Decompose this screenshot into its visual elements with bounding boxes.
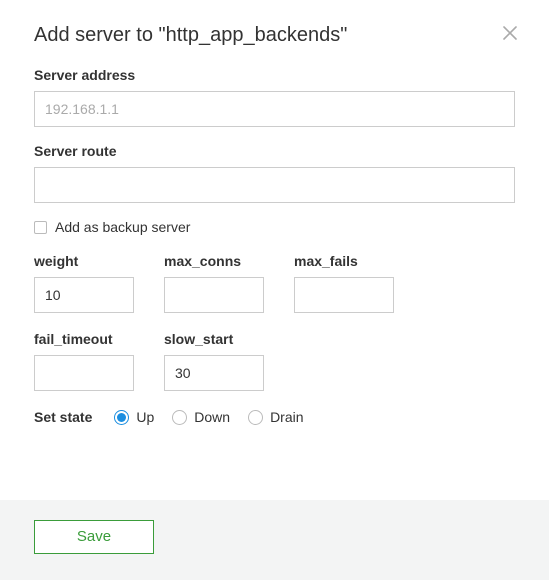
- backup-checkbox-label: Add as backup server: [55, 219, 190, 235]
- radio-drain[interactable]: [248, 410, 263, 425]
- params-row-1: weight max_conns max_fails: [34, 253, 515, 313]
- fail-timeout-input[interactable]: [34, 355, 134, 391]
- max-conns-input[interactable]: [164, 277, 264, 313]
- save-button[interactable]: Save: [34, 520, 154, 554]
- max-conns-field: max_conns: [164, 253, 264, 313]
- slow-start-label: slow_start: [164, 331, 264, 347]
- backup-checkbox-row[interactable]: Add as backup server: [34, 219, 515, 235]
- state-label: Set state: [34, 409, 92, 425]
- radio-down[interactable]: [172, 410, 187, 425]
- state-option-drain[interactable]: Drain: [248, 409, 303, 425]
- add-server-dialog: Add server to "http_app_backends" Server…: [0, 0, 549, 580]
- server-address-field: Server address: [34, 67, 515, 127]
- close-button[interactable]: [499, 22, 521, 44]
- weight-label: weight: [34, 253, 134, 269]
- max-conns-label: max_conns: [164, 253, 264, 269]
- fail-timeout-label: fail_timeout: [34, 331, 134, 347]
- radio-up-label: Up: [136, 409, 154, 425]
- max-fails-field: max_fails: [294, 253, 394, 313]
- dialog-title: Add server to "http_app_backends": [34, 24, 347, 47]
- server-route-label: Server route: [34, 143, 515, 159]
- weight-input[interactable]: [34, 277, 134, 313]
- dialog-footer: Save: [0, 500, 549, 580]
- params-row-2: fail_timeout slow_start: [34, 331, 515, 391]
- server-route-input[interactable]: [34, 167, 515, 203]
- radio-down-label: Down: [194, 409, 230, 425]
- server-address-label: Server address: [34, 67, 515, 83]
- max-fails-label: max_fails: [294, 253, 394, 269]
- close-icon: [501, 24, 519, 42]
- max-fails-input[interactable]: [294, 277, 394, 313]
- dialog-body: Server address Server route Add as backu…: [0, 59, 549, 500]
- state-option-up[interactable]: Up: [114, 409, 154, 425]
- radio-drain-label: Drain: [270, 409, 303, 425]
- server-address-input[interactable]: [34, 91, 515, 127]
- state-option-down[interactable]: Down: [172, 409, 230, 425]
- backup-checkbox[interactable]: [34, 221, 47, 234]
- weight-field: weight: [34, 253, 134, 313]
- slow-start-field: slow_start: [164, 331, 264, 391]
- slow-start-input[interactable]: [164, 355, 264, 391]
- dialog-header: Add server to "http_app_backends": [0, 0, 549, 59]
- radio-up[interactable]: [114, 410, 129, 425]
- server-route-field: Server route: [34, 143, 515, 203]
- fail-timeout-field: fail_timeout: [34, 331, 134, 391]
- state-radio-group: Set state Up Down Drain: [34, 409, 515, 425]
